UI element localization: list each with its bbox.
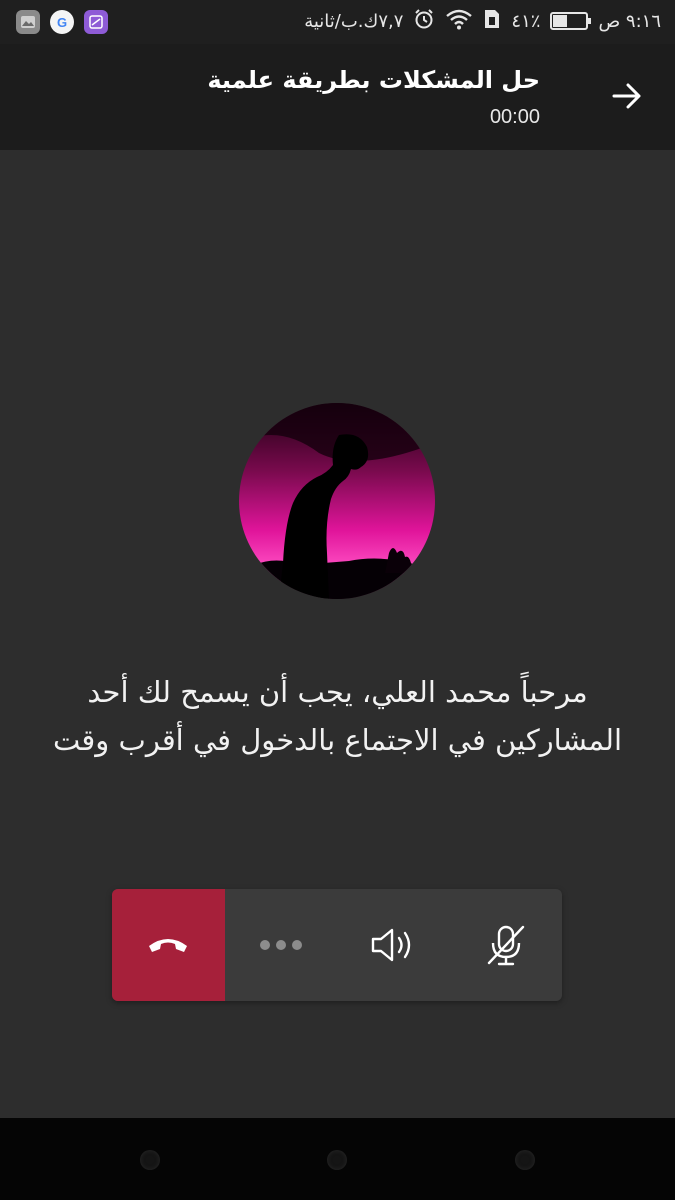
mute-button[interactable]: [450, 889, 563, 1001]
status-indicators: ٧,٧ك.ب/ثانية ٤١٪ ٩:١٦ ص: [304, 6, 661, 36]
system-nav-bar: [0, 1118, 675, 1200]
speaker-button[interactable]: [337, 889, 450, 1001]
mic-off-icon: [487, 925, 524, 966]
google-icon: G: [50, 10, 74, 34]
call-screen: G ٧,٧ك.ب/ثانية ٤١٪ ٩:١٦ ص حل المشكلات بط…: [0, 0, 675, 1200]
call-timer: 00:00: [489, 106, 540, 128]
photo-editor-icon: [84, 10, 108, 34]
wifi-icon: [445, 8, 473, 35]
network-speed: ٧,٧ك.ب/ثانية: [304, 10, 404, 32]
status-bar: G ٧,٧ك.ب/ثانية ٤١٪ ٩:١٦ ص: [0, 0, 675, 44]
nav-back-button[interactable]: [140, 1150, 160, 1170]
nav-home-button[interactable]: [327, 1150, 347, 1170]
speaker-icon: [372, 928, 411, 962]
phone-hangup-icon: [149, 939, 188, 952]
alarm-icon: [413, 8, 435, 35]
participant-avatar: [239, 403, 435, 599]
battery-percent: ٤١٪: [511, 10, 541, 32]
call-controls: [112, 889, 562, 1001]
battery-level: [553, 15, 567, 27]
gallery-icon: [16, 10, 40, 34]
arrow-right-icon: [612, 83, 641, 109]
sim-icon: [483, 8, 501, 35]
battery-icon: [550, 12, 592, 30]
back-button[interactable]: [609, 78, 645, 114]
meeting-title: حل المشكلات بطريقة علمية: [207, 66, 540, 94]
call-header: حل المشكلات بطريقة علمية 00:00: [0, 44, 675, 150]
notification-icons: G: [16, 10, 108, 34]
more-options-button[interactable]: [225, 889, 338, 1001]
lobby-message: مرحباً محمد العلي، يجب أن يسمح لك أحد ال…: [52, 675, 623, 757]
clock: ٩:١٦ ص: [598, 10, 661, 32]
hangup-button[interactable]: [112, 889, 225, 1001]
more-dots-icon: [259, 940, 302, 950]
nav-recents-button[interactable]: [515, 1150, 535, 1170]
